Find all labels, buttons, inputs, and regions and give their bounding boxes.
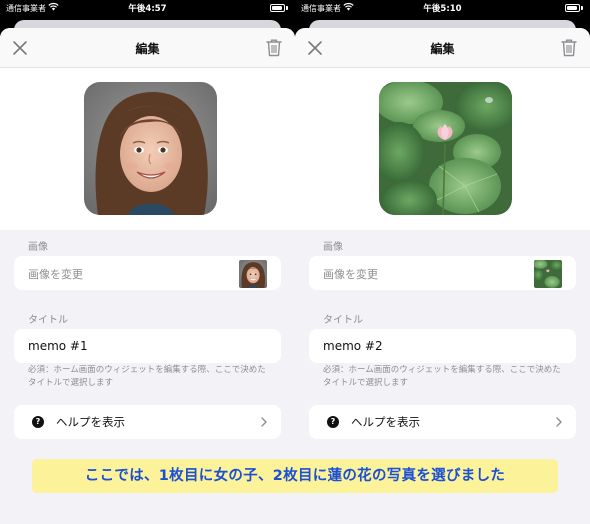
- clock: 午後4:57: [128, 4, 167, 14]
- title-input-value: memo #1: [28, 339, 88, 353]
- page-title: 編集: [430, 42, 455, 56]
- photo-preview-area: [295, 68, 590, 230]
- help-row[interactable]: ? ヘルプを表示: [309, 405, 576, 439]
- nav-bar: 編集: [0, 28, 295, 68]
- chevron-right-icon: [556, 417, 562, 427]
- title-field[interactable]: memo #2: [309, 329, 576, 363]
- battery-level: [272, 6, 283, 10]
- nav-bar: 編集: [295, 28, 590, 68]
- question-circle-icon: ?: [327, 416, 339, 428]
- status-bar: 通信事業者 午後5:10: [295, 0, 590, 16]
- title-section-label: タイトル: [323, 315, 363, 326]
- battery-tip: [286, 6, 288, 10]
- girl-portrait-image: [84, 82, 217, 215]
- change-image-row[interactable]: 画像を変更: [14, 256, 281, 290]
- edit-sheet: 編集: [0, 28, 295, 524]
- page-title: 編集: [135, 42, 160, 56]
- question-circle-icon: ?: [32, 416, 44, 428]
- chevron-right-icon: [261, 417, 267, 427]
- caption-banner: ここでは、1枚目に女の子、2枚目に蓮の花の写真を選びました: [32, 459, 558, 493]
- help-row[interactable]: ? ヘルプを表示: [14, 405, 281, 439]
- trash-icon[interactable]: [560, 38, 578, 57]
- title-section-label: タイトル: [28, 315, 68, 326]
- title-help-note: 必須：ホーム画面のウィジェットを編集する際、ここで決めたタイトルで選択します: [323, 365, 561, 388]
- battery-icon: [270, 4, 285, 12]
- edit-sheet: 編集: [295, 28, 590, 524]
- photo-thumbnail: [239, 260, 267, 288]
- title-input-value: memo #2: [323, 339, 383, 353]
- title-field[interactable]: memo #1: [14, 329, 281, 363]
- lotus-flower-image: [379, 82, 512, 215]
- change-image-row[interactable]: 画像を変更: [309, 256, 576, 290]
- battery-level: [567, 6, 578, 10]
- clock: 午後5:10: [423, 4, 462, 14]
- photo-preview-area: [0, 68, 295, 230]
- selected-photo[interactable]: [84, 82, 217, 215]
- change-image-label: 画像を変更: [28, 268, 83, 281]
- battery-icon: [565, 4, 580, 12]
- title-help-note: 必須：ホーム画面のウィジェットを編集する際、ここで決めたタイトルで選択します: [28, 365, 266, 388]
- help-label: ヘルプを表示: [56, 415, 125, 429]
- status-bar: 通信事業者 午後4:57: [0, 0, 295, 16]
- image-section-label: 画像: [28, 242, 48, 253]
- trash-icon[interactable]: [265, 38, 283, 57]
- help-label: ヘルプを表示: [351, 415, 420, 429]
- selected-photo[interactable]: [379, 82, 512, 215]
- change-image-label: 画像を変更: [323, 268, 378, 281]
- battery-tip: [581, 6, 583, 10]
- image-section-label: 画像: [323, 242, 343, 253]
- phone-screen-1: 通信事業者 午後4:57 編集 画像 画像を変更 タイトル memo #1 必須…: [0, 0, 295, 524]
- photo-thumbnail: [534, 260, 562, 288]
- phone-screen-2: 通信事業者 午後5:10 編集 画像 画像を変更 タイトル memo #2 必須…: [295, 0, 590, 524]
